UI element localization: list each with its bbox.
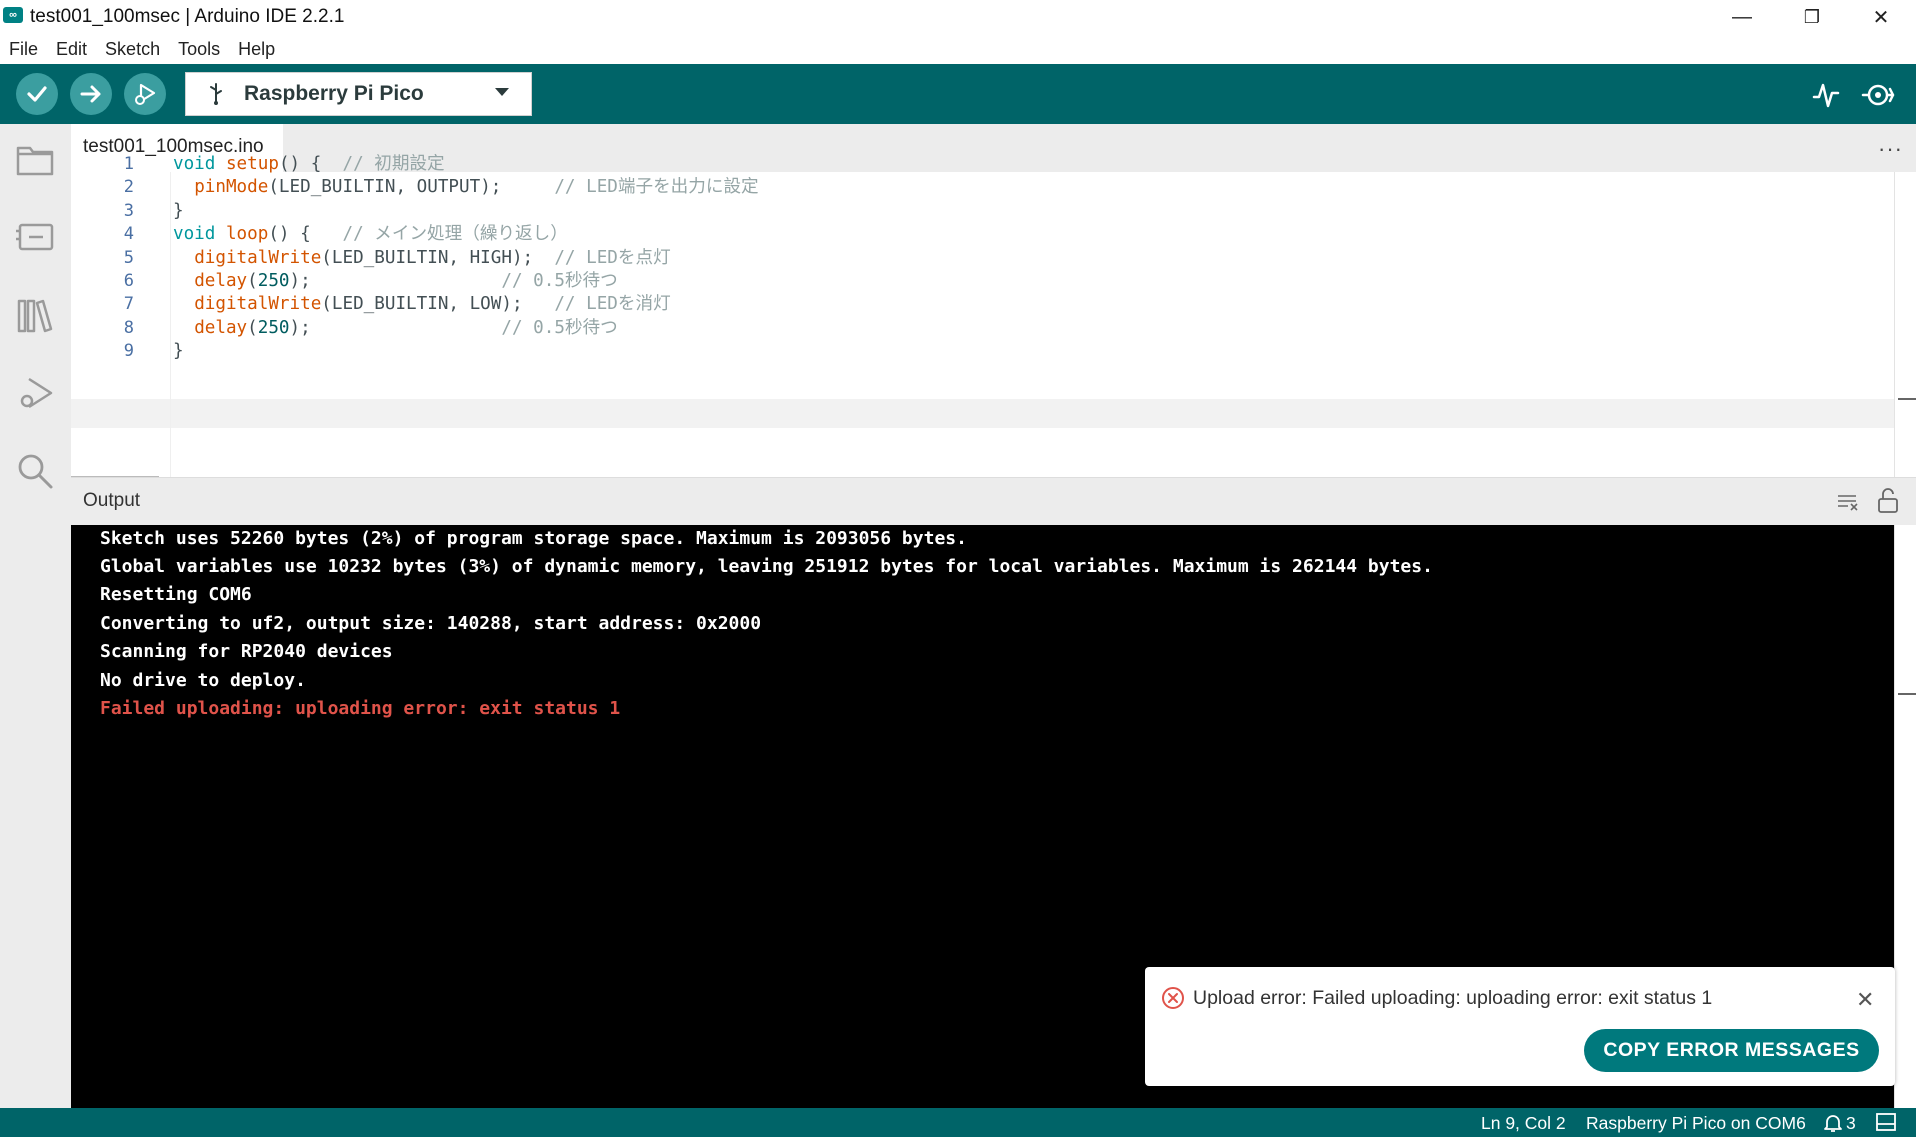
serial-monitor-button[interactable] — [1860, 77, 1896, 113]
output-line: Resetting COM6 — [100, 584, 252, 605]
line-number: 9 — [123, 341, 134, 362]
debug-icon — [20, 377, 53, 409]
copy-error-messages-button[interactable]: COPY ERROR MESSAGES — [1584, 1029, 1879, 1072]
output-line: Sketch uses 52260 bytes (2%) of program … — [100, 528, 967, 549]
board-name: Raspberry Pi Pico — [244, 82, 424, 105]
serial-monitor-icon — [1861, 84, 1895, 106]
verify-icon — [27, 86, 47, 102]
output-error-line: Failed uploading: uploading error: exit … — [100, 698, 621, 719]
menu-sketch[interactable]: Sketch — [96, 39, 169, 60]
output-header — [71, 477, 1916, 526]
library-manager-button[interactable] — [11, 291, 59, 339]
restore-button[interactable]: ❐ — [1777, 0, 1847, 35]
unlock-icon — [1878, 488, 1898, 513]
search-icon — [18, 454, 53, 489]
clear-output-button[interactable] — [1836, 490, 1860, 514]
output-line: Global variables use 10232 bytes (3%) of… — [100, 556, 1433, 577]
usb-icon — [210, 83, 222, 105]
cursor-position[interactable]: Ln 9, Col 2 — [1481, 1113, 1566, 1134]
notification-bell-icon[interactable] — [1823, 1113, 1843, 1133]
close-notification-icon[interactable]: ✕ — [1856, 987, 1874, 1013]
toggle-panel-icon[interactable] — [1876, 1113, 1896, 1131]
sketchbook-icon — [16, 146, 54, 176]
output-scrollbar[interactable] — [1894, 525, 1916, 1108]
debug-panel-button[interactable] — [11, 369, 59, 417]
menu-edit[interactable]: Edit — [47, 39, 96, 60]
sidebar — [0, 124, 71, 1108]
serial-plotter-button[interactable] — [1810, 79, 1842, 111]
menu-bar: File Edit Sketch Tools Help — [0, 35, 1916, 64]
board-port-status[interactable]: Raspberry Pi Pico on COM6 — [1586, 1113, 1806, 1134]
error-icon — [1161, 986, 1185, 1010]
library-manager-icon — [17, 299, 53, 333]
upload-button[interactable] — [70, 73, 112, 115]
menu-file[interactable]: File — [0, 39, 47, 60]
search-button[interactable] — [11, 447, 59, 495]
code-line[interactable]: 9} — [71, 337, 1894, 366]
board-selector[interactable]: Raspberry Pi Pico — [185, 72, 532, 116]
output-line: Converting to uf2, output size: 140288, … — [100, 613, 762, 634]
minimize-button[interactable]: — — [1707, 0, 1777, 35]
notification-count: 3 — [1846, 1113, 1856, 1133]
window-title: test001_100msec | Arduino IDE 2.2.1 — [30, 6, 345, 27]
editor-scrollbar[interactable] — [1894, 172, 1916, 477]
output-title: Output — [83, 490, 141, 511]
output-line: No drive to deploy. — [100, 670, 306, 691]
debug-button[interactable] — [124, 73, 166, 115]
debug-icon — [135, 83, 156, 105]
menu-help[interactable]: Help — [229, 39, 284, 60]
menu-tools[interactable]: Tools — [169, 39, 229, 60]
output-line: Scanning for RP2040 devices — [100, 641, 393, 662]
upload-icon — [80, 85, 101, 103]
close-window-button[interactable]: ✕ — [1846, 0, 1916, 35]
scroll-lock-button[interactable] — [1876, 487, 1900, 515]
clear-output-icon — [1838, 495, 1858, 511]
chevron-down-icon — [495, 88, 509, 96]
verify-button[interactable] — [16, 73, 58, 115]
editor-scroll-marker — [1898, 398, 1916, 400]
code-text: } — [173, 341, 184, 362]
boards-manager-button[interactable] — [11, 213, 59, 261]
serial-plotter-icon — [1812, 83, 1840, 108]
notification-message: Upload error: Failed uploading: uploadin… — [1193, 987, 1713, 1009]
active-line-highlight — [71, 399, 1894, 428]
arduino-logo-icon: ∞ — [3, 7, 23, 23]
boards-manager-icon — [16, 223, 54, 251]
sketchbook-button[interactable] — [11, 136, 59, 184]
output-scroll-marker — [1898, 693, 1916, 695]
